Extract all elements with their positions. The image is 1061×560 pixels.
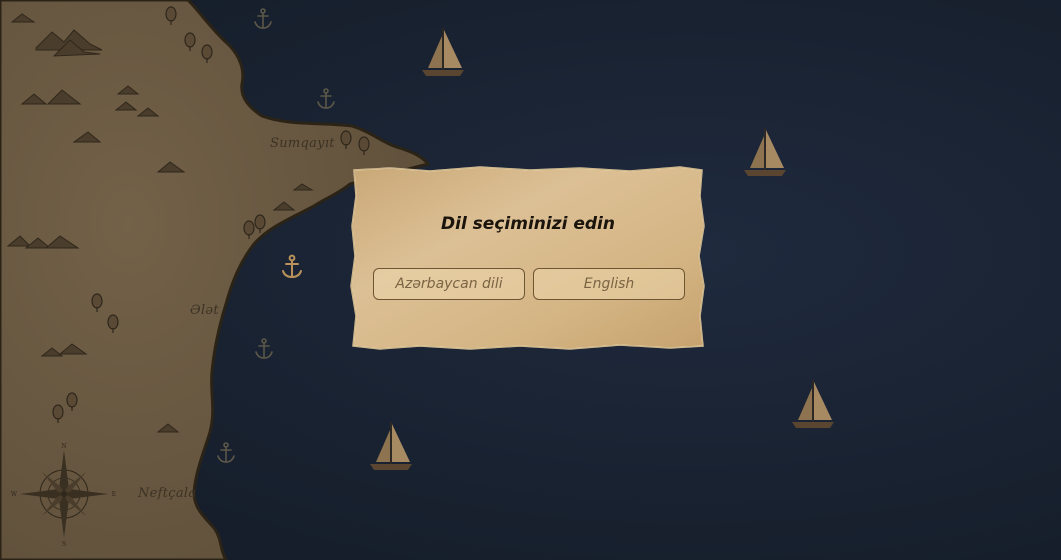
anchor-icon [282, 254, 302, 279]
sailboat-icon [792, 380, 834, 428]
sailboat-icon [744, 128, 786, 176]
azerbaijani-language-button[interactable]: Azərbaycan dili [373, 268, 525, 300]
language-dialog: Dil seçiminizi edin Azərbaycan dili Engl… [350, 166, 706, 350]
dialog-title: Dil seçiminizi edin [441, 214, 615, 234]
compass-west-label: W [11, 491, 18, 498]
place-label-neftcala: Neftçala [138, 486, 197, 501]
compass-east-label: E [112, 491, 116, 498]
place-label-alat: Ələt [190, 303, 219, 318]
sailboat-icon [422, 28, 464, 76]
english-language-button[interactable]: English [533, 268, 685, 300]
sailboat-icon [370, 422, 412, 470]
game-screen: N S W E Sumqayıt Ələt Neftçala Dil seçim… [0, 0, 1061, 560]
place-label-sumqayit: Sumqayıt [270, 136, 335, 151]
compass-south-label: S [62, 541, 66, 548]
compass-north-label: N [61, 443, 66, 450]
parchment-background [350, 166, 705, 350]
